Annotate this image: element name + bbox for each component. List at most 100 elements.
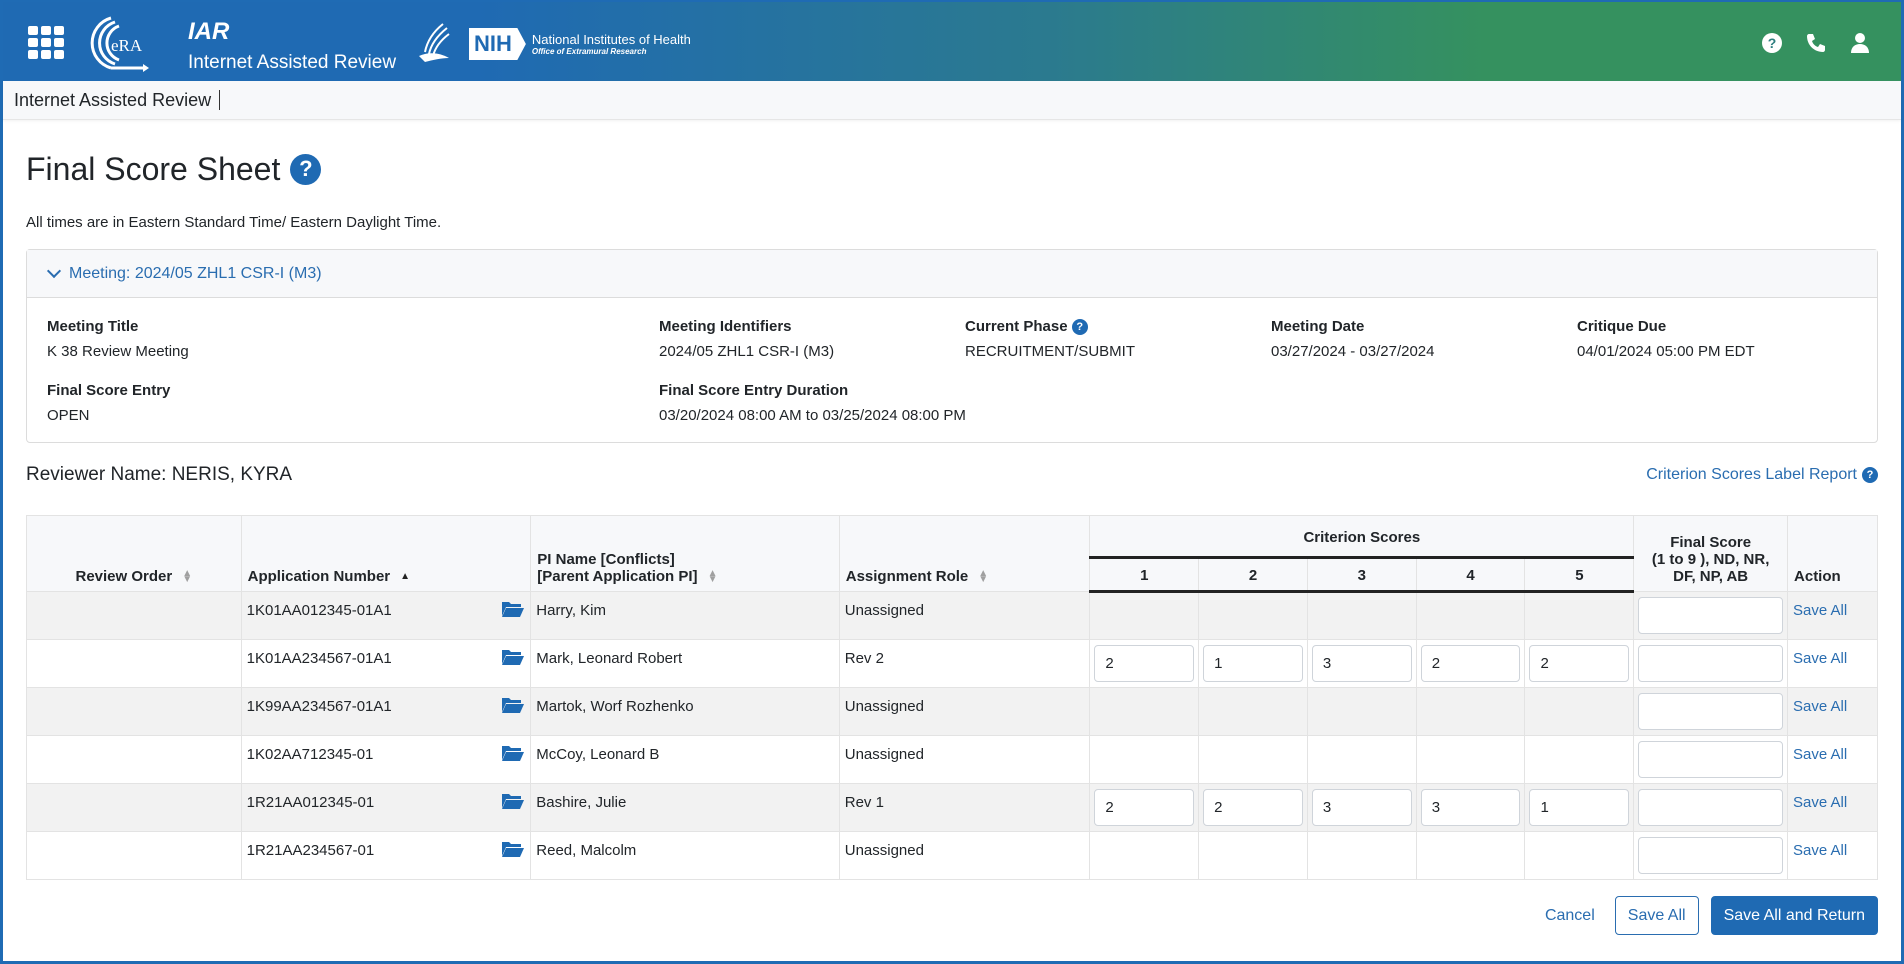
nih-logo[interactable]: NIH National Institutes of Health Office… <box>469 26 691 62</box>
folder-icon[interactable] <box>501 744 525 762</box>
criterion-score-cell-empty <box>1089 831 1200 880</box>
sort-ascending-icon[interactable]: ▲ <box>400 572 410 582</box>
page-help-icon[interactable]: ? <box>290 153 322 185</box>
era-logo-text: eRA <box>111 36 143 55</box>
pi-name-cell: Martok, Worf Rozhenko <box>530 687 840 736</box>
criterion-score-cell-empty <box>1089 687 1200 736</box>
save-all-button[interactable]: Save All <box>1614 896 1699 935</box>
nih-logo-box: NIH <box>469 28 526 60</box>
criterion-scores-report-text[interactable]: Criterion Scores Label Report <box>1646 466 1857 484</box>
phone-icon[interactable] <box>1805 32 1827 54</box>
final-score-cell <box>1633 783 1789 832</box>
help-icon[interactable]: ? <box>1761 32 1783 54</box>
col-header-criterion-5: 5 <box>1524 557 1635 593</box>
criterion-5-input[interactable] <box>1529 789 1630 826</box>
sort-icon[interactable]: ▲ ▼ <box>708 569 718 585</box>
criterion-1-input[interactable] <box>1094 645 1195 682</box>
col-header-criterion-2: 2 <box>1198 557 1308 593</box>
meeting-accordion-toggle[interactable]: Meeting: 2024/05 ZHL1 CSR-I (M3) <box>27 250 1877 298</box>
col-header-criterion-1: 1 <box>1089 557 1200 593</box>
meeting-details: Meeting Title K 38 Review Meeting Meetin… <box>27 298 1877 442</box>
apps-grid-icon[interactable] <box>28 26 64 59</box>
reviewer-row: Reviewer Name: NERIS, KYRA Criterion Sco… <box>26 461 1878 489</box>
pi-name-cell: Harry, Kim <box>530 591 840 640</box>
action-cell: Save All <box>1787 831 1878 880</box>
save-all-link[interactable]: Save All <box>1793 794 1847 811</box>
sort-icon[interactable]: ▲ ▼ <box>182 569 192 585</box>
user-icon[interactable] <box>1849 32 1871 54</box>
application-number: 1K01AA234567-01A1 <box>246 650 392 667</box>
save-all-link[interactable]: Save All <box>1793 602 1847 619</box>
final-score-input[interactable] <box>1638 789 1784 826</box>
breadcrumb-item-iar[interactable]: Internet Assisted Review <box>14 90 211 111</box>
criterion-3-input[interactable] <box>1311 789 1412 826</box>
save-all-and-return-button[interactable]: Save All and Return <box>1710 896 1878 935</box>
review-order-cell <box>26 831 242 880</box>
application-number-cell: 1K01AA234567-01A1 <box>240 639 532 688</box>
criterion-4-input[interactable] <box>1420 645 1521 682</box>
criterion-score-cell <box>1524 639 1635 688</box>
table-row: 1R21AA234567-01 Reed, Malcolm Unassigned Sa… <box>26 831 1878 880</box>
criterion-scores-report-link[interactable]: Criterion Scores Label Report ? <box>1646 466 1878 484</box>
era-logo[interactable]: eRA <box>81 14 153 72</box>
criterion-3-input[interactable] <box>1311 645 1412 682</box>
final-score-input[interactable] <box>1638 837 1784 874</box>
folder-icon[interactable] <box>501 600 525 618</box>
phase-help-icon[interactable]: ? <box>1071 319 1088 336</box>
col-header-assignment-role[interactable]: Assignment Role ▲ ▼ <box>838 515 1091 592</box>
col-header-final-score: Final Score (1 to 9 ), ND, NR, DF, NP, AB <box>1633 515 1789 592</box>
criterion-score-cell <box>1524 783 1635 832</box>
table-row: 1K02AA712345-01 McCoy, Leonard B Unassigne… <box>26 735 1878 784</box>
criterion-2-input[interactable] <box>1203 645 1303 682</box>
col-header-application-number[interactable]: Application Number ▲ <box>240 515 532 592</box>
page-title: Final Score Sheet ? <box>26 147 1878 191</box>
final-score-entry-label: Final Score Entry <box>47 382 171 399</box>
reviewer-name: Reviewer Name: NERIS, KYRA <box>26 464 293 485</box>
folder-icon[interactable] <box>501 648 525 666</box>
criterion-2-input[interactable] <box>1203 789 1303 826</box>
app-full-name: Internet Assisted Review <box>188 52 397 73</box>
criterion-score-cell <box>1415 783 1526 832</box>
folder-icon[interactable] <box>501 840 525 858</box>
criterion-score-cell-empty <box>1524 735 1635 784</box>
criterion-5-input[interactable] <box>1529 645 1630 682</box>
report-help-icon[interactable]: ? <box>1862 467 1878 483</box>
breadcrumb: Internet Assisted Review <box>3 81 1901 120</box>
col-header-pi-name[interactable]: PI Name [Conflicts] [Parent Application P… <box>530 515 840 592</box>
save-all-link[interactable]: Save All <box>1793 746 1847 763</box>
save-all-link[interactable]: Save All <box>1793 698 1847 715</box>
meeting-title-field: Meeting Title K 38 Review Meeting <box>47 318 189 360</box>
cancel-button[interactable]: Cancel <box>1537 907 1603 925</box>
criterion-score-cell-empty <box>1306 831 1417 880</box>
nih-name: National Institutes of Health <box>531 32 691 47</box>
final-score-input[interactable] <box>1638 693 1784 730</box>
sort-icon[interactable]: ▲ ▼ <box>978 569 988 585</box>
save-all-link[interactable]: Save All <box>1793 650 1847 667</box>
criterion-4-input[interactable] <box>1420 789 1521 826</box>
final-score-duration-field: Final Score Entry Duration 03/20/2024 08… <box>659 382 966 424</box>
col-header-review-order[interactable]: Review Order ▲ ▼ <box>26 515 242 592</box>
assignment-role-cell: Unassigned <box>838 687 1091 736</box>
folder-icon[interactable] <box>501 792 525 810</box>
criterion-score-cell-empty <box>1089 735 1200 784</box>
breadcrumb-separator <box>219 90 221 110</box>
criterion-1-input[interactable] <box>1094 789 1195 826</box>
folder-icon[interactable] <box>501 696 525 714</box>
application-number-cell: 1K01AA012345-01A1 <box>240 591 532 640</box>
action-cell: Save All <box>1787 639 1878 688</box>
final-score-header-line3: DF, NP, AB <box>1673 568 1749 585</box>
criterion-score-cell-empty <box>1524 831 1635 880</box>
app-abbr: IAR <box>188 18 230 45</box>
save-all-link[interactable]: Save All <box>1793 842 1847 859</box>
final-score-input[interactable] <box>1638 741 1784 778</box>
meeting-header-label: Meeting: 2024/05 ZHL1 CSR-I (M3) <box>69 264 322 282</box>
final-score-input[interactable] <box>1638 645 1784 682</box>
table-body: 1K01AA012345-01A1 Harry, Kim Unassigned Sav… <box>26 591 1878 880</box>
application-number-cell: 1R21AA012345-01 <box>240 783 532 832</box>
col-header-criterion-scores: Criterion Scores <box>1089 515 1635 559</box>
meeting-date-label: Meeting Date <box>1271 318 1365 335</box>
pi-name-cell: Reed, Malcolm <box>530 831 840 880</box>
pi-name-cell: Mark, Leonard Robert <box>530 639 840 688</box>
current-phase-value: RECRUITMENT/SUBMIT <box>965 343 1135 361</box>
final-score-input[interactable] <box>1638 597 1784 634</box>
